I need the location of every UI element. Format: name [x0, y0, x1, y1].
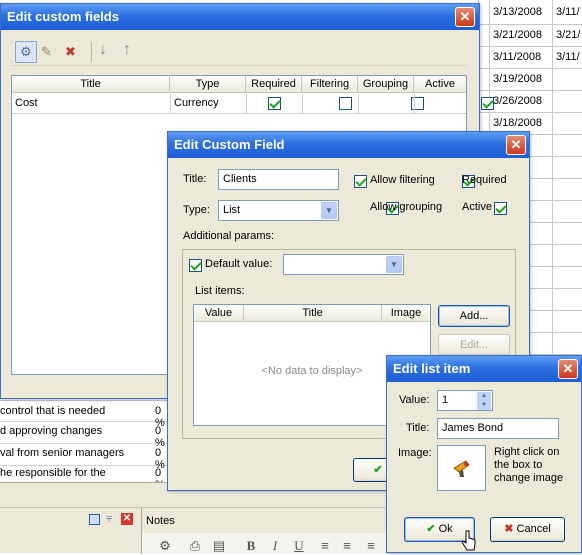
italic-icon[interactable]: I	[266, 537, 284, 555]
background-task-list: control that is needed 0 % d approving c…	[0, 400, 170, 482]
chevron-down-icon[interactable]: ▼	[386, 256, 402, 273]
column-header-image[interactable]: Image	[382, 305, 430, 322]
edit-field-icon[interactable]: ✎	[41, 44, 52, 60]
mouse-pointer-icon	[461, 530, 476, 551]
task-row[interactable]: d approving changes 0 %	[0, 422, 170, 449]
print-icon[interactable]: ⎙	[186, 537, 204, 555]
date-cell[interactable]: 3/11/2008	[493, 51, 541, 63]
stamp-icon[interactable]: ⚙	[156, 537, 174, 555]
column-header-grouping[interactable]: Grouping	[358, 76, 414, 93]
delete-field-icon[interactable]: ✖	[65, 44, 76, 60]
title-label: Title:	[406, 422, 430, 434]
edit-field-titlebar[interactable]: Edit Custom Field	[168, 132, 529, 158]
image-hint: Right click on the box to change image	[494, 446, 564, 484]
type-label: Type:	[183, 204, 210, 216]
align-right-icon[interactable]: ≡	[362, 537, 380, 555]
date-cell[interactable]: 3/26/2008	[493, 95, 542, 107]
spin-up-icon[interactable]: ▲	[477, 392, 491, 401]
column-header-type[interactable]: Type	[170, 76, 246, 93]
close-button[interactable]: ✕	[506, 135, 526, 155]
agent-icon	[453, 460, 470, 477]
column-header-required[interactable]: Required	[246, 76, 302, 93]
allow-filtering-checkbox[interactable]	[354, 175, 367, 188]
active-label[interactable]: Active	[462, 201, 492, 213]
required-label[interactable]: Required	[462, 174, 507, 186]
required-checkbox[interactable]	[268, 97, 281, 110]
allow-grouping-label[interactable]: Allow grouping	[370, 201, 442, 213]
custom-fields-titlebar[interactable]: Edit custom fields	[1, 4, 479, 30]
edit-item-titlebar[interactable]: Edit list item	[387, 356, 581, 382]
dialog-title: Edit Custom Field	[174, 137, 285, 152]
move-down-icon[interactable]: ↓	[99, 41, 107, 59]
type-select[interactable]: List ▼	[218, 200, 339, 221]
additional-params-label: Additional params:	[183, 230, 275, 242]
default-value-checkbox[interactable]	[189, 259, 202, 272]
cancel-x-icon: ✖	[504, 523, 514, 535]
add-field-icon[interactable]: ⚙	[15, 41, 37, 63]
checkmark-icon: ✔	[426, 523, 436, 535]
bold-icon[interactable]: B	[242, 537, 260, 555]
align-center-icon[interactable]: ≡	[338, 537, 356, 555]
date-cell[interactable]: 3/21/	[556, 29, 580, 41]
default-value-label[interactable]: Default value:	[205, 258, 272, 270]
column-header-active[interactable]: Active	[414, 76, 466, 93]
column-header-title[interactable]: Title	[12, 76, 170, 93]
window-title: Edit custom fields	[7, 9, 119, 24]
active-checkbox[interactable]	[494, 202, 508, 215]
align-left-icon[interactable]: ≡	[316, 537, 334, 555]
close-button[interactable]: ✕	[455, 7, 475, 27]
cell-type: Currency	[174, 97, 219, 109]
cell-title: Cost	[15, 97, 38, 109]
date-cell[interactable]: 3/18/2008	[493, 117, 542, 129]
cancel-button[interactable]: ✖ Cancel	[490, 517, 565, 542]
add-item-button[interactable]: Add...	[438, 305, 510, 327]
edit-item-button[interactable]: Edit...	[438, 334, 510, 356]
dialog-title: Edit list item	[393, 361, 471, 376]
image-label: Image:	[398, 447, 432, 459]
task-row[interactable]: val from senior managers 0 %	[0, 444, 170, 471]
list-items-label: List items:	[195, 285, 245, 297]
date-cell[interactable]: 3/11/	[556, 51, 580, 63]
move-up-icon[interactable]: ↑	[123, 41, 131, 59]
preview-icon[interactable]: ▤	[210, 537, 228, 555]
task-row[interactable]: he responsible for the 0 %	[0, 466, 170, 482]
date-cell[interactable]: 3/11/	[556, 6, 580, 18]
task-row[interactable]: control that is needed 0 %	[0, 402, 170, 429]
close-button[interactable]: ✕	[558, 359, 578, 379]
fields-toolbar: ⚙ ✎ ✖ ↓ ↑	[11, 38, 467, 66]
image-box[interactable]	[437, 445, 486, 491]
notes-label: Notes	[146, 515, 175, 527]
chevron-down-icon[interactable]: ▼	[321, 202, 337, 219]
spin-down-icon[interactable]: ▼	[477, 401, 491, 410]
checkmark-icon: ✔	[373, 464, 383, 476]
date-cell[interactable]: 3/21/2008	[493, 29, 542, 41]
filtering-checkbox[interactable]	[339, 97, 353, 110]
edit-list-item-dialog: Edit list item ✕ Value: 1 ▲ ▼ Title: Jam…	[386, 355, 582, 553]
default-value-select[interactable]: ▼	[283, 254, 404, 275]
value-label: Value:	[399, 394, 430, 406]
active-checkbox[interactable]	[481, 97, 495, 110]
column-header-title[interactable]: Title	[244, 305, 382, 322]
title-input[interactable]: James Bond	[437, 418, 559, 439]
date-cell[interactable]: 3/13/2008	[493, 6, 542, 18]
title-label: Title:	[183, 173, 207, 185]
underline-icon[interactable]: U	[290, 537, 308, 555]
table-row[interactable]: Cost Currency	[12, 94, 495, 114]
column-header-filtering[interactable]: Filtering	[302, 76, 358, 93]
value-spinner[interactable]: 1 ▲ ▼	[437, 390, 493, 411]
allow-filtering-label[interactable]: Allow filtering	[370, 174, 435, 186]
close-pane-icon[interactable]: ✕	[121, 513, 133, 525]
title-input[interactable]: Clients	[218, 169, 339, 190]
date-cell[interactable]: 3/19/2008	[493, 73, 542, 85]
column-header-value[interactable]: Value	[194, 305, 244, 322]
pin-icon[interactable]: ⫧	[106, 511, 113, 526]
pane-options-icon[interactable]	[89, 514, 100, 525]
